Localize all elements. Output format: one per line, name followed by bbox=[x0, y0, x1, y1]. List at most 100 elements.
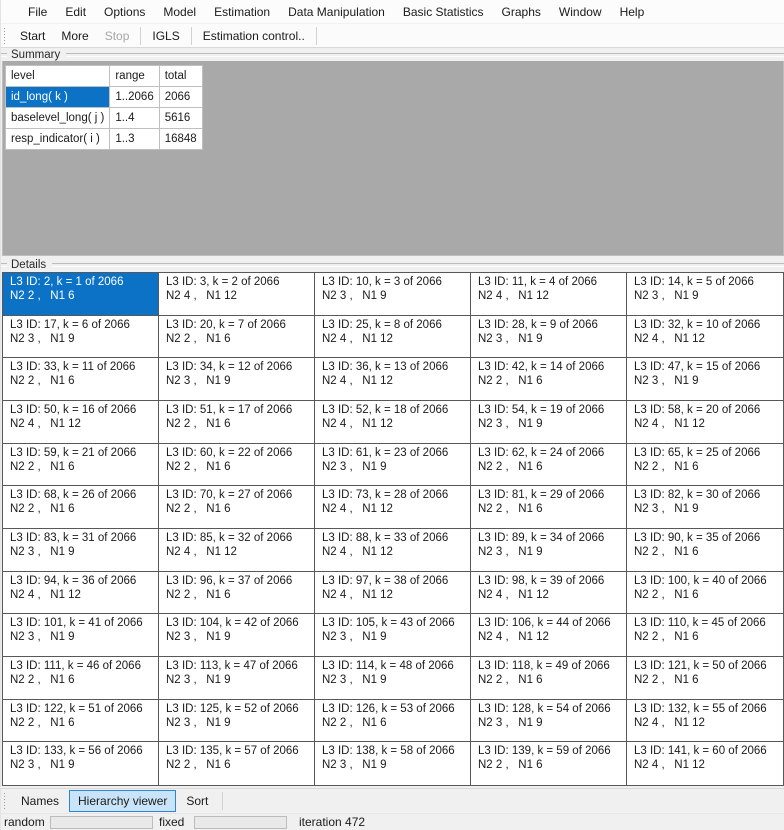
summary-total-cell: 2066 bbox=[160, 87, 202, 107]
menu-item-estimation[interactable]: Estimation bbox=[205, 1, 279, 23]
tab-hierarchy-viewer[interactable]: Hierarchy viewer bbox=[69, 790, 176, 812]
cell-n-counts-label: N2 4 , N1 12 bbox=[634, 332, 781, 346]
hierarchy-cell[interactable]: L3 ID: 82, k = 30 of 2066N2 3 , N1 9 bbox=[627, 486, 783, 529]
hierarchy-cell[interactable]: L3 ID: 114, k = 48 of 2066N2 3 , N1 9 bbox=[315, 657, 471, 700]
tab-bar-separator bbox=[222, 792, 223, 810]
cell-l3-id-label: L3 ID: 81, k = 29 of 2066 bbox=[478, 488, 624, 502]
hierarchy-cell[interactable]: L3 ID: 65, k = 25 of 2066N2 2 , N1 6 bbox=[627, 444, 783, 487]
cell-l3-id-label: L3 ID: 58, k = 20 of 2066 bbox=[634, 403, 781, 417]
menu-item-model[interactable]: Model bbox=[154, 1, 205, 23]
hierarchy-cell[interactable]: L3 ID: 47, k = 15 of 2066N2 3 , N1 9 bbox=[627, 358, 783, 401]
summary-level-cell[interactable]: baselevel_long( j ) bbox=[6, 108, 109, 128]
random-progress-bar bbox=[50, 816, 153, 829]
hierarchy-cell[interactable]: L3 ID: 70, k = 27 of 2066N2 2 , N1 6 bbox=[159, 486, 315, 529]
hierarchy-cell[interactable]: L3 ID: 113, k = 47 of 2066N2 3 , N1 9 bbox=[159, 657, 315, 700]
summary-level-cell[interactable]: resp_indicator( i ) bbox=[6, 129, 109, 149]
hierarchy-cell[interactable]: L3 ID: 2, k = 1 of 2066N2 2 , N1 6 bbox=[3, 273, 159, 316]
hierarchy-cell[interactable]: L3 ID: 32, k = 10 of 2066N2 4 , N1 12 bbox=[627, 316, 783, 359]
hierarchy-cell[interactable]: L3 ID: 62, k = 24 of 2066N2 2 , N1 6 bbox=[471, 444, 627, 487]
tab-bar-gripper[interactable] bbox=[4, 793, 7, 809]
menu-item-data-manipulation[interactable]: Data Manipulation bbox=[279, 1, 394, 23]
hierarchy-cell[interactable]: L3 ID: 11, k = 4 of 2066N2 4 , N1 12 bbox=[471, 273, 627, 316]
cell-n-counts-label: N2 2 , N1 6 bbox=[478, 673, 624, 687]
cell-l3-id-label: L3 ID: 34, k = 12 of 2066 bbox=[166, 360, 312, 374]
tab-sort[interactable]: Sort bbox=[177, 790, 217, 812]
menu-item-help[interactable]: Help bbox=[611, 1, 654, 23]
toolbar-button-estimation-control[interactable]: Estimation control.. bbox=[195, 26, 313, 46]
summary-table-row: resp_indicator( i )1..316848 bbox=[6, 129, 202, 149]
toolbar-button-more[interactable]: More bbox=[53, 26, 96, 46]
hierarchy-cell[interactable]: L3 ID: 58, k = 20 of 2066N2 4 , N1 12 bbox=[627, 401, 783, 444]
summary-level-cell[interactable]: id_long( k ) bbox=[6, 87, 109, 107]
menu-item-edit[interactable]: Edit bbox=[56, 1, 95, 23]
menu-item-graphs[interactable]: Graphs bbox=[493, 1, 550, 23]
menu-item-options[interactable]: Options bbox=[95, 1, 154, 23]
hierarchy-cell[interactable]: L3 ID: 52, k = 18 of 2066N2 4 , N1 12 bbox=[315, 401, 471, 444]
hierarchy-cell[interactable]: L3 ID: 83, k = 31 of 2066N2 3 , N1 9 bbox=[3, 529, 159, 572]
menu-item-basic-statistics[interactable]: Basic Statistics bbox=[394, 1, 493, 23]
cell-n-counts-label: N2 2 , N1 6 bbox=[166, 460, 312, 474]
cell-n-counts-label: N2 3 , N1 9 bbox=[478, 332, 624, 346]
tab-names[interactable]: Names bbox=[12, 790, 68, 812]
hierarchy-cell[interactable]: L3 ID: 34, k = 12 of 2066N2 3 , N1 9 bbox=[159, 358, 315, 401]
status-fixed-label: fixed bbox=[157, 815, 190, 829]
hierarchy-cell[interactable]: L3 ID: 25, k = 8 of 2066N2 4 , N1 12 bbox=[315, 316, 471, 359]
hierarchy-cell[interactable]: L3 ID: 96, k = 37 of 2066N2 2 , N1 6 bbox=[159, 572, 315, 615]
hierarchy-cell[interactable]: L3 ID: 61, k = 23 of 2066N2 3 , N1 9 bbox=[315, 444, 471, 487]
hierarchy-cell[interactable]: L3 ID: 14, k = 5 of 2066N2 3 , N1 9 bbox=[627, 273, 783, 316]
hierarchy-cell[interactable]: L3 ID: 126, k = 53 of 2066N2 2 , N1 6 bbox=[315, 700, 471, 743]
hierarchy-cell[interactable]: L3 ID: 111, k = 46 of 2066N2 2 , N1 6 bbox=[3, 657, 159, 700]
hierarchy-cell[interactable]: L3 ID: 51, k = 17 of 2066N2 2 , N1 6 bbox=[159, 401, 315, 444]
cell-n-counts-label: N2 2 , N1 6 bbox=[10, 716, 156, 730]
hierarchy-cell[interactable]: L3 ID: 85, k = 32 of 2066N2 4 , N1 12 bbox=[159, 529, 315, 572]
hierarchy-cell[interactable]: L3 ID: 88, k = 33 of 2066N2 4 , N1 12 bbox=[315, 529, 471, 572]
hierarchy-cell[interactable]: L3 ID: 104, k = 42 of 2066N2 3 , N1 9 bbox=[159, 614, 315, 657]
cell-n-counts-label: N2 2 , N1 6 bbox=[478, 502, 624, 516]
cell-n-counts-label: N2 4 , N1 12 bbox=[322, 417, 468, 431]
hierarchy-cell[interactable]: L3 ID: 54, k = 19 of 2066N2 3 , N1 9 bbox=[471, 401, 627, 444]
hierarchy-cell[interactable]: L3 ID: 33, k = 11 of 2066N2 2 , N1 6 bbox=[3, 358, 159, 401]
hierarchy-cell[interactable]: L3 ID: 97, k = 38 of 2066N2 4 , N1 12 bbox=[315, 572, 471, 615]
hierarchy-cell[interactable]: L3 ID: 50, k = 16 of 2066N2 4 , N1 12 bbox=[3, 401, 159, 444]
hierarchy-cell[interactable]: L3 ID: 139, k = 59 of 2066N2 2 , N1 6 bbox=[471, 742, 627, 785]
hierarchy-cell[interactable]: L3 ID: 98, k = 39 of 2066N2 4 , N1 12 bbox=[471, 572, 627, 615]
hierarchy-cell[interactable]: L3 ID: 105, k = 43 of 2066N2 3 , N1 9 bbox=[315, 614, 471, 657]
hierarchy-cell[interactable]: L3 ID: 10, k = 3 of 2066N2 3 , N1 9 bbox=[315, 273, 471, 316]
hierarchy-cell[interactable]: L3 ID: 101, k = 41 of 2066N2 3 , N1 9 bbox=[3, 614, 159, 657]
hierarchy-cell[interactable]: L3 ID: 17, k = 6 of 2066N2 3 , N1 9 bbox=[3, 316, 159, 359]
hierarchy-cell[interactable]: L3 ID: 110, k = 45 of 2066N2 2 , N1 6 bbox=[627, 614, 783, 657]
hierarchy-cell[interactable]: L3 ID: 141, k = 60 of 2066N2 4 , N1 12 bbox=[627, 742, 783, 785]
hierarchy-cell[interactable]: L3 ID: 128, k = 54 of 2066N2 3 , N1 9 bbox=[471, 700, 627, 743]
hierarchy-cell[interactable]: L3 ID: 59, k = 21 of 2066N2 2 , N1 6 bbox=[3, 444, 159, 487]
menu-item-file[interactable]: File bbox=[19, 1, 56, 23]
hierarchy-cell[interactable]: L3 ID: 68, k = 26 of 2066N2 2 , N1 6 bbox=[3, 486, 159, 529]
hierarchy-cell[interactable]: L3 ID: 133, k = 56 of 2066N2 3 , N1 9 bbox=[3, 742, 159, 785]
hierarchy-cell[interactable]: L3 ID: 90, k = 35 of 2066N2 2 , N1 6 bbox=[627, 529, 783, 572]
toolbar-button-start[interactable]: Start bbox=[12, 26, 53, 46]
hierarchy-cell[interactable]: L3 ID: 60, k = 22 of 2066N2 2 , N1 6 bbox=[159, 444, 315, 487]
hierarchy-cell[interactable]: L3 ID: 3, k = 2 of 2066N2 4 , N1 12 bbox=[159, 273, 315, 316]
hierarchy-cell[interactable]: L3 ID: 81, k = 29 of 2066N2 2 , N1 6 bbox=[471, 486, 627, 529]
hierarchy-cell[interactable]: L3 ID: 132, k = 55 of 2066N2 4 , N1 12 bbox=[627, 700, 783, 743]
cell-l3-id-label: L3 ID: 20, k = 7 of 2066 bbox=[166, 318, 312, 332]
hierarchy-cell[interactable]: L3 ID: 28, k = 9 of 2066N2 3 , N1 9 bbox=[471, 316, 627, 359]
hierarchy-cell[interactable]: L3 ID: 125, k = 52 of 2066N2 3 , N1 9 bbox=[159, 700, 315, 743]
toolbar-button-igls[interactable]: IGLS bbox=[144, 26, 187, 46]
hierarchy-cell[interactable]: L3 ID: 94, k = 36 of 2066N2 4 , N1 12 bbox=[3, 572, 159, 615]
hierarchy-cell[interactable]: L3 ID: 100, k = 40 of 2066N2 2 , N1 6 bbox=[627, 572, 783, 615]
hierarchy-cell[interactable]: L3 ID: 121, k = 50 of 2066N2 2 , N1 6 bbox=[627, 657, 783, 700]
hierarchy-cell[interactable]: L3 ID: 106, k = 44 of 2066N2 4 , N1 12 bbox=[471, 614, 627, 657]
hierarchy-cell[interactable]: L3 ID: 122, k = 51 of 2066N2 2 , N1 6 bbox=[3, 700, 159, 743]
hierarchy-cell[interactable]: L3 ID: 138, k = 58 of 2066N2 3 , N1 9 bbox=[315, 742, 471, 785]
status-random-label: random bbox=[2, 815, 48, 829]
hierarchy-cell[interactable]: L3 ID: 135, k = 57 of 2066N2 2 , N1 6 bbox=[159, 742, 315, 785]
cell-l3-id-label: L3 ID: 101, k = 41 of 2066 bbox=[10, 616, 156, 630]
hierarchy-cell[interactable]: L3 ID: 89, k = 34 of 2066N2 3 , N1 9 bbox=[471, 529, 627, 572]
hierarchy-cell[interactable]: L3 ID: 20, k = 7 of 2066N2 2 , N1 6 bbox=[159, 316, 315, 359]
menu-item-window[interactable]: Window bbox=[550, 1, 611, 23]
hierarchy-cell[interactable]: L3 ID: 73, k = 28 of 2066N2 4 , N1 12 bbox=[315, 486, 471, 529]
hierarchy-cell[interactable]: L3 ID: 42, k = 14 of 2066N2 2 , N1 6 bbox=[471, 358, 627, 401]
toolbar-gripper[interactable] bbox=[4, 28, 7, 44]
hierarchy-cell[interactable]: L3 ID: 118, k = 49 of 2066N2 2 , N1 6 bbox=[471, 657, 627, 700]
hierarchy-cell[interactable]: L3 ID: 36, k = 13 of 2066N2 4 , N1 12 bbox=[315, 358, 471, 401]
